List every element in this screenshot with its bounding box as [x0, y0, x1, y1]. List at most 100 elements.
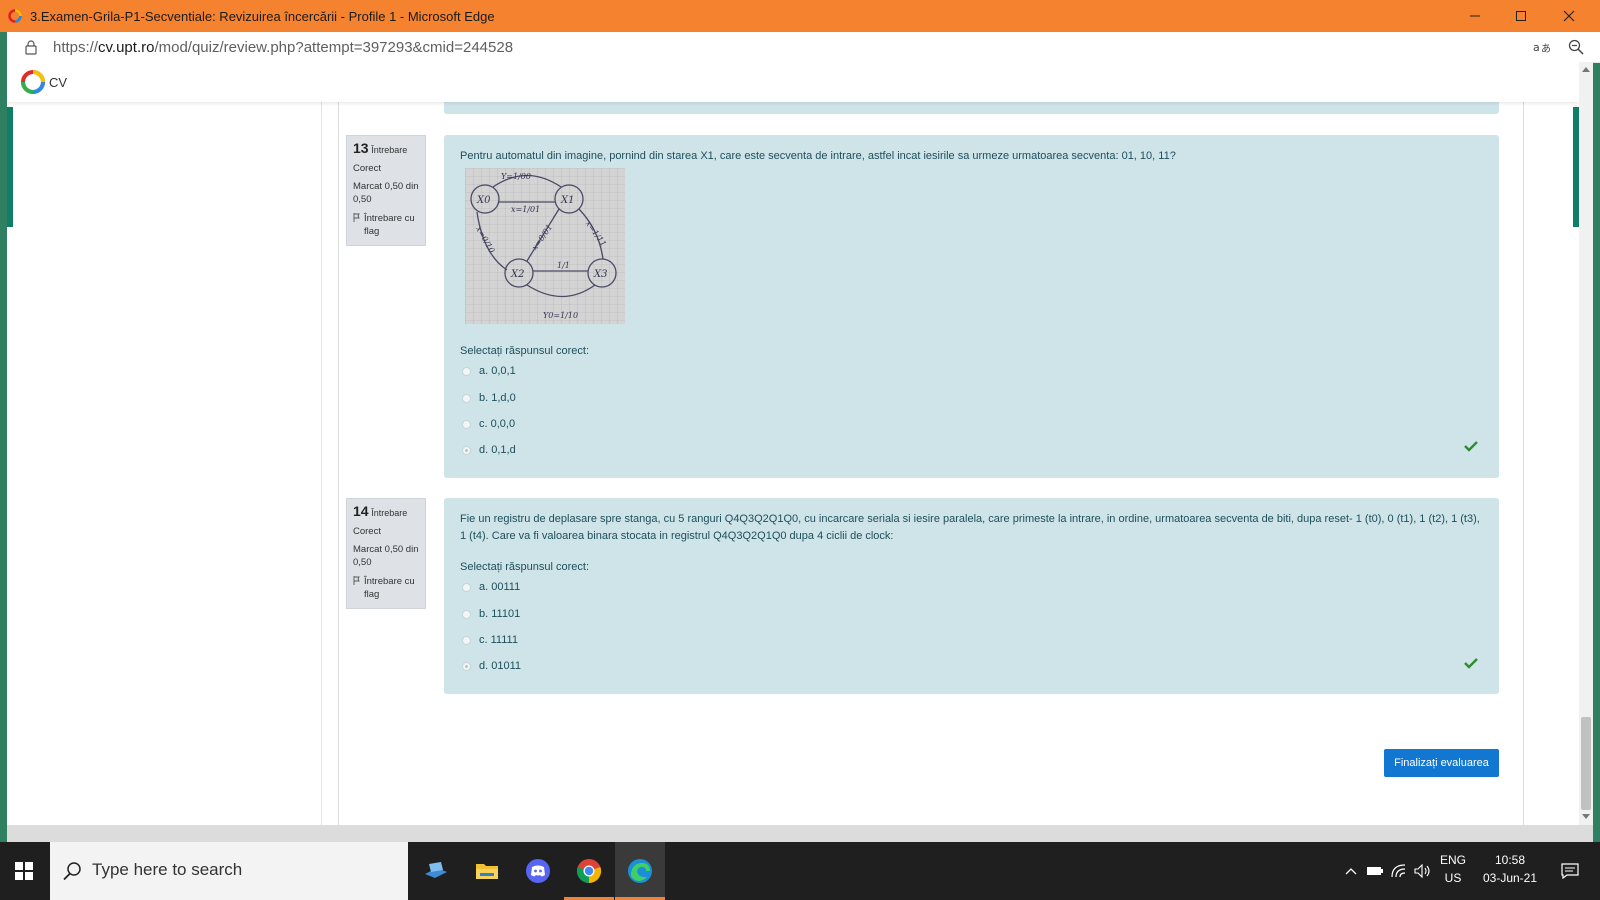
- radio-button[interactable]: [462, 366, 471, 376]
- url-host: cv.upt.ro: [98, 39, 155, 56]
- answer-option-a[interactable]: a. 0,0,1: [462, 365, 516, 377]
- translate-icon[interactable]: a あ: [1532, 38, 1552, 56]
- previous-question-tail: [444, 102, 1499, 114]
- answer-label: c. 11111: [479, 634, 518, 646]
- question-mark: Marcat 0,50 din 0,50: [353, 544, 419, 568]
- correct-check-icon: [1464, 441, 1478, 452]
- answer-label: a. 0,0,1: [479, 365, 516, 377]
- edge-icon: [628, 859, 652, 883]
- answer-option-c[interactable]: c. 0,0,0: [462, 418, 515, 430]
- taskbar-edge[interactable]: [615, 842, 665, 900]
- scroll-up-icon[interactable]: [1582, 66, 1590, 72]
- clock-time: 10:58: [1494, 853, 1526, 867]
- url-field[interactable]: https://cv.upt.ro/mod/quiz/review.php?at…: [53, 39, 513, 56]
- finish-review-button[interactable]: Finalizați evaluarea: [1384, 749, 1499, 777]
- flag-icon: [353, 576, 360, 585]
- flag-question-link[interactable]: Întrebare cu flag: [353, 212, 419, 238]
- address-bar: https://cv.upt.ro/mod/quiz/review.php?at…: [7, 32, 1600, 63]
- maximize-icon: [1516, 11, 1526, 21]
- taskbar-discord[interactable]: [513, 842, 563, 900]
- edge-label-bottom: Y0=1/10: [543, 311, 578, 320]
- search-placeholder: Type here to search: [92, 860, 243, 879]
- volume-icon: [1414, 864, 1430, 878]
- edge-label-top: Y=1/00: [501, 172, 531, 181]
- radio-button-selected[interactable]: [462, 661, 471, 671]
- answer-option-b[interactable]: b. 11101: [462, 608, 520, 620]
- left-accent-stripe: [7, 107, 13, 227]
- tray-notifications[interactable]: [1555, 842, 1585, 900]
- browser-bottom-strip: [7, 825, 1593, 842]
- site-brand[interactable]: CV: [49, 75, 67, 90]
- question-text: Pentru automatul din imagine, pornind di…: [460, 150, 1176, 162]
- radio-button[interactable]: [462, 635, 471, 645]
- zoom-icon[interactable]: [1567, 38, 1585, 56]
- radio-button[interactable]: [462, 609, 471, 619]
- tray-language[interactable]: ENG US: [1440, 851, 1466, 887]
- lock-icon[interactable]: [23, 39, 39, 55]
- correct-check-icon: [1464, 658, 1478, 669]
- radio-button[interactable]: [462, 393, 471, 403]
- page-scrollbar[interactable]: [1579, 62, 1593, 825]
- start-button[interactable]: [0, 842, 48, 900]
- chevron-up-icon: [1345, 868, 1357, 875]
- state-x2-label: X2: [510, 269, 524, 280]
- answer-label: c. 0,0,0: [479, 418, 516, 430]
- question-word: Întrebare: [371, 508, 408, 518]
- flag-question-link[interactable]: Întrebare cu flag: [353, 575, 419, 601]
- answer-option-d[interactable]: d. 01011: [462, 660, 521, 672]
- discord-icon: [526, 859, 550, 883]
- window-title: 3.Examen-Grila-P1-Secventiale: Revizuire…: [30, 9, 495, 24]
- site-favicon-icon: [8, 9, 22, 23]
- question-info-14: 14 Întrebare Corect Marcat 0,50 din 0,50…: [346, 498, 426, 609]
- radio-button[interactable]: [462, 419, 471, 429]
- radio-button[interactable]: [462, 582, 471, 592]
- answer-option-c[interactable]: c. 11111: [462, 634, 518, 646]
- question-status: Corect: [353, 163, 381, 174]
- scroll-down-icon[interactable]: [1582, 814, 1590, 820]
- site-header: CV: [7, 62, 1579, 102]
- state-x0-label: X0: [476, 195, 491, 206]
- windows-logo-icon: [15, 862, 33, 880]
- svg-text:a: a: [1533, 41, 1540, 54]
- chrome-icon: [576, 859, 602, 884]
- radio-button-selected[interactable]: [462, 445, 471, 455]
- flag-icon: [353, 213, 360, 222]
- flag-label: Întrebare cu flag: [364, 576, 415, 600]
- tray-battery[interactable]: [1364, 842, 1386, 900]
- question-word: Întrebare: [371, 145, 408, 155]
- battery-icon: [1367, 867, 1383, 875]
- flag-label: Întrebare cu flag: [364, 213, 415, 237]
- answer-prompt: Selectați răspunsul corect:: [460, 345, 590, 357]
- answer-label: b. 11101: [479, 608, 521, 620]
- close-window-button[interactable]: [1546, 0, 1592, 32]
- answer-label: d. 0,1,d: [479, 444, 516, 456]
- tray-volume[interactable]: [1412, 842, 1434, 900]
- window-titlebar: 3.Examen-Grila-P1-Secventiale: Revizuire…: [0, 0, 1600, 32]
- automaton-diagram-image: X0 X1 X2 X3 Y=1/00 x=1/01 x=0/01 x=1/11 …: [465, 168, 625, 324]
- search-icon: [63, 862, 81, 881]
- tray-show-hidden-icons[interactable]: [1340, 842, 1362, 900]
- tray-clock[interactable]: 10:58 03-Jun-21: [1478, 851, 1542, 887]
- question-info-13: 13 Întrebare Corect Marcat 0,50 din 0,50…: [346, 135, 426, 246]
- answer-prompt: Selectați răspunsul corect:: [460, 561, 590, 573]
- taskbar-chrome[interactable]: [564, 842, 614, 900]
- state-x3-label: X3: [593, 269, 607, 280]
- answer-option-b[interactable]: b. 1,d,0: [462, 392, 516, 404]
- answer-option-a[interactable]: a. 00111: [462, 581, 520, 593]
- close-icon: [1563, 10, 1575, 22]
- state-x1-label: X1: [560, 195, 574, 206]
- answer-label: a. 00111: [479, 581, 521, 593]
- folder-icon: [476, 864, 498, 879]
- answer-option-d[interactable]: d. 0,1,d: [462, 444, 516, 456]
- maximize-button[interactable]: [1498, 0, 1544, 32]
- scrollbar-thumb[interactable]: [1581, 717, 1591, 810]
- cv-logo-icon[interactable]: [19, 68, 47, 96]
- taskbar-task-view[interactable]: [411, 842, 461, 900]
- question-content-13: Pentru automatul din imagine, pornind di…: [444, 135, 1499, 478]
- minimize-button[interactable]: [1452, 0, 1498, 32]
- question-text: Fie un registru de deplasare spre stanga…: [460, 513, 1480, 542]
- tray-wifi[interactable]: [1388, 842, 1410, 900]
- windows-taskbar: Type here to search ENG US 10:58 03-Jun-…: [0, 842, 1600, 900]
- taskbar-file-explorer[interactable]: [462, 842, 512, 900]
- taskbar-search-box[interactable]: Type here to search: [50, 842, 408, 900]
